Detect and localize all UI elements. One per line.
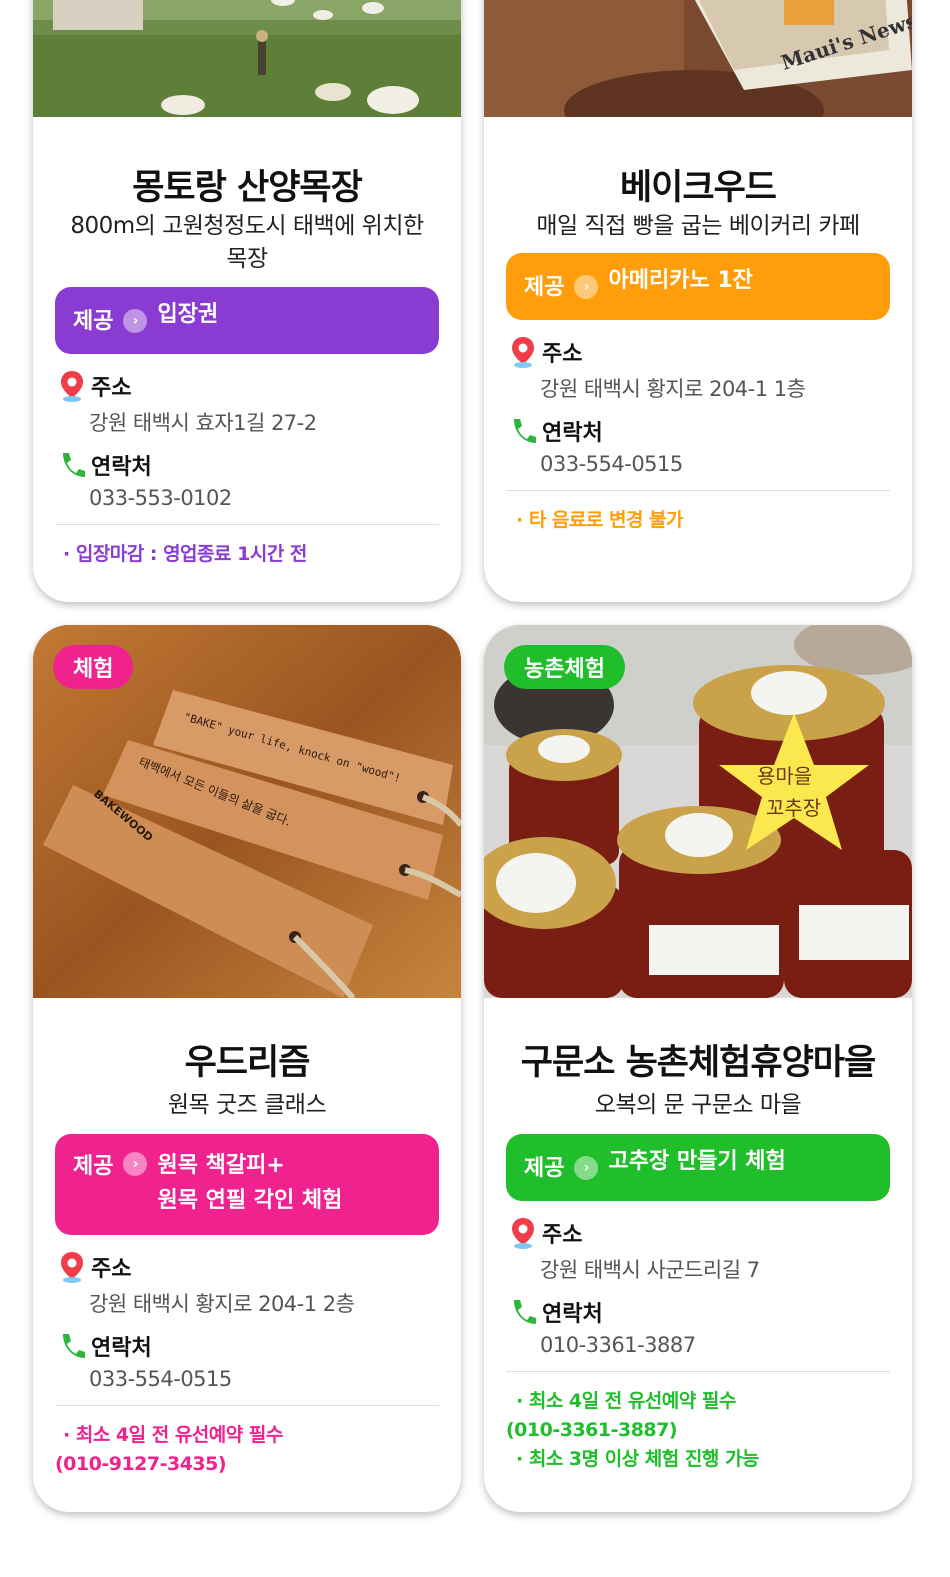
contact-label-row: 연락처 [510,1296,603,1328]
card-woodrism[interactable]: "BAKE" your life, knock on "wood"! 태백에서 … [33,625,461,1512]
phone-value: 010-3361-3887 [540,1333,696,1357]
place-description: 매일 직접 빵을 굽는 베이커리 카페 [536,213,860,239]
note-text: · 타 음료로 변경 불가 [516,509,684,531]
address-value: 강원 태백시 효자1길 27-2 [89,411,317,435]
place-title: 베이크우드 [619,168,777,208]
card-bakewood[interactable]: Maui's News 베이크우드 매일 직접 빵을 굽는 베이커리 카페 제공… [484,0,912,602]
card-gumunso[interactable]: 용마을 꼬추장 농촌체험 구문소 농촌체험휴양마을 오복의 문 구문소 마을 제… [484,625,912,1512]
offer-button[interactable]: 제공 › 고추장 만들기 체험 [506,1134,890,1201]
offer-prefix: 제공 [73,309,114,334]
address-label-row: 주소 [510,336,582,368]
offer-button[interactable]: 제공 › 입장권 [55,287,439,354]
chevron-right-icon: › [574,1156,599,1180]
phone-icon [514,1300,536,1324]
sticky-note-line-2: 꼬추장 [766,796,821,820]
note-text: · 입장마감 : 영업종료 1시간 전 [63,543,307,565]
cafe-photo: Maui's News [484,0,912,117]
phone-icon [514,419,536,443]
contact-label-row: 연락처 [59,449,152,481]
category-badge: 체험 [53,645,134,689]
chevron-right-icon: › [123,1152,148,1176]
contact-label: 연락처 [542,421,603,446]
phone-icon [63,1334,85,1358]
note-text: · 최소 3명 이상 체험 진행 가능 [516,1448,759,1470]
offer-text: 원목 책갈피+ 원목 연필 각인 체험 [157,1148,342,1218]
phone-value: 033-554-0515 [540,452,683,476]
offer-button[interactable]: 제공 › 원목 책갈피+ 원목 연필 각인 체험 [55,1134,439,1235]
place-description: 800m의 고원청정도시 태백에 위치한 목장 [70,213,424,272]
contact-label: 연락처 [91,455,152,480]
address-label: 주소 [91,376,132,401]
note-text: · 최소 4일 전 유선예약 필수 [63,1424,283,1446]
offer-text-line-2: 원목 연필 각인 체험 [157,1188,343,1213]
divider [506,1371,890,1372]
place-title: 몽토랑 산양목장 [132,168,363,208]
map-pin-icon [512,1218,534,1249]
address-label: 주소 [91,1257,132,1282]
address-value: 강원 태백시 황지로 204-1 1층 [540,377,806,401]
offer-prefix: 제공 [73,1154,114,1179]
offer-text: 고추장 만들기 체험 [608,1149,786,1174]
address-value: 강원 태백시 황지로 204-1 2층 [89,1292,355,1316]
offer-prefix: 제공 [524,1156,565,1181]
note-text: (010-3361-3887) [506,1419,678,1441]
contact-label: 연락처 [91,1336,152,1361]
phone-value: 033-553-0102 [89,486,232,510]
place-title: 우드리즘 [184,1043,311,1083]
card-mongtorang[interactable]: 몽토랑 산양목장 800m의 고원청정도시 태백에 위치한 목장 제공 › 입장… [33,0,461,602]
address-label-row: 주소 [510,1217,582,1249]
sticky-note-line-1: 용마을 [757,764,812,788]
divider [506,490,890,491]
note-text: · 최소 4일 전 유선예약 필수 [516,1390,736,1412]
offer-prefix: 제공 [524,275,565,300]
map-pin-icon [61,1252,83,1283]
chevron-right-icon: › [574,275,599,299]
farm-photo [33,0,461,117]
contact-label-row: 연락처 [59,1330,152,1362]
map-pin-icon [512,337,534,368]
divider [55,524,439,525]
address-label-row: 주소 [59,1251,131,1283]
note-text: (010-9127-3435) [55,1453,227,1475]
place-description: 원목 굿즈 클래스 [167,1092,327,1118]
contact-label: 연락처 [542,1302,603,1327]
address-label: 주소 [542,342,583,367]
place-description: 오복의 문 구문소 마을 [594,1092,802,1118]
category-badge: 농촌체험 [504,645,625,689]
phone-icon [63,453,85,477]
address-value: 강원 태백시 사군드리길 7 [540,1258,760,1282]
offer-text: 아메리카노 1잔 [608,268,753,293]
map-pin-icon [61,371,83,402]
contact-label-row: 연락처 [510,415,603,447]
offer-text-line-1: 원목 책갈피+ [157,1153,285,1178]
offer-button[interactable]: 제공 › 아메리카노 1잔 [506,253,890,320]
chevron-right-icon: › [123,309,148,333]
phone-value: 033-554-0515 [89,1367,232,1391]
divider [55,1405,439,1406]
address-label-row: 주소 [59,370,131,402]
offer-text: 입장권 [157,302,219,327]
address-label: 주소 [542,1223,583,1248]
place-title: 구문소 농촌체험휴양마을 [520,1043,876,1083]
